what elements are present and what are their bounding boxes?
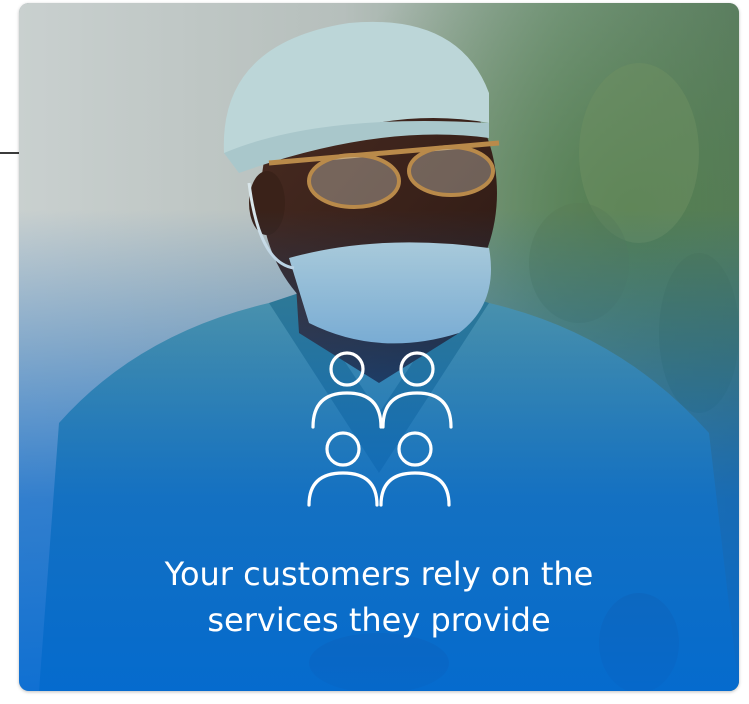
divider-line [0,152,20,154]
people-group-icon [307,351,453,507]
card-headline: Your customers rely on the services they… [79,551,679,643]
stage: Your customers rely on the services they… [0,0,749,704]
feature-card: Your customers rely on the services they… [19,3,739,691]
headline-line-1: Your customers rely on the [164,555,594,593]
headline-line-2: services they provide [207,601,551,639]
